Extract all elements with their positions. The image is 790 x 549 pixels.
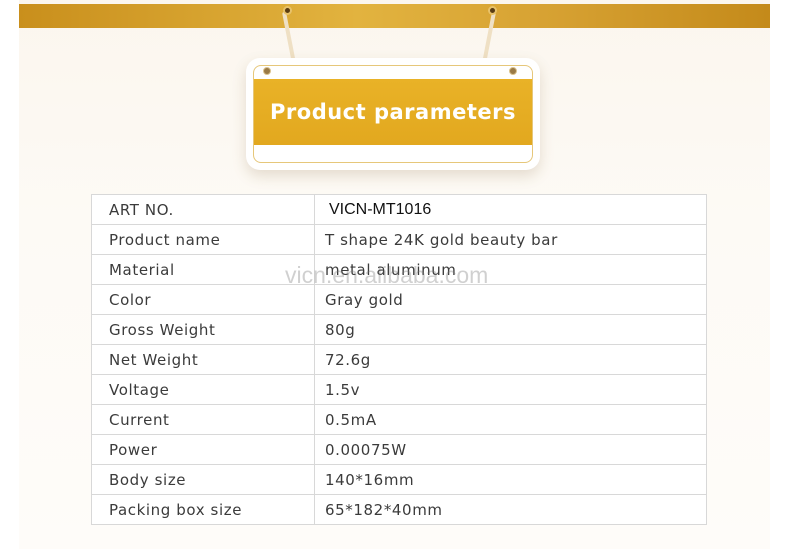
- parameter-value: 0.5mA: [314, 404, 707, 435]
- right-nail-icon: [488, 6, 497, 15]
- parameter-value: 65*182*40mm: [314, 494, 707, 525]
- table-row: Net Weight 72.6g: [91, 344, 707, 375]
- parameter-label: Voltage: [91, 374, 315, 405]
- page-title: Product parameters: [270, 100, 516, 124]
- parameters-table: ART NO. VICN-MT1016 Product name T shape 24…: [91, 194, 707, 525]
- parameter-label: Material: [91, 254, 315, 285]
- gold-header-bar: [19, 4, 770, 28]
- parameter-label: Product name: [91, 224, 315, 255]
- parameter-label: Power: [91, 434, 315, 465]
- sign-title-band: Product parameters: [254, 79, 532, 145]
- table-row: Body size 140*16mm: [91, 464, 707, 495]
- table-row: Power 0.00075W: [91, 434, 707, 465]
- parameter-label: Gross Weight: [91, 314, 315, 345]
- table-row: Packing box size 65*182*40mm: [91, 494, 707, 525]
- parameter-value: VICN-MT1016: [314, 194, 707, 225]
- parameter-label: Packing box size: [91, 494, 315, 525]
- parameter-label: Color: [91, 284, 315, 315]
- table-row: Current 0.5mA: [91, 404, 707, 435]
- parameter-value: 72.6g: [314, 344, 707, 375]
- parameter-value: 0.00075W: [314, 434, 707, 465]
- parameter-value: metal aluminum: [314, 254, 707, 285]
- parameter-value: 140*16mm: [314, 464, 707, 495]
- parameter-value: 1.5v: [314, 374, 707, 405]
- left-sign-hole-icon: [263, 67, 271, 75]
- parameter-label: Body size: [91, 464, 315, 495]
- parameter-label: Current: [91, 404, 315, 435]
- parameter-value: T shape 24K gold beauty bar: [314, 224, 707, 255]
- table-row: Voltage 1.5v: [91, 374, 707, 405]
- product-parameters-page: Product parameters ART NO. VICN-MT1016 Pro…: [0, 0, 790, 549]
- table-row: ART NO. VICN-MT1016: [91, 194, 707, 225]
- parameters-table-body: ART NO. VICN-MT1016 Product name T shape 24…: [91, 194, 707, 525]
- parameter-value: 80g: [314, 314, 707, 345]
- table-row: Product name T shape 24K gold beauty bar: [91, 224, 707, 255]
- table-row: Gross Weight 80g: [91, 314, 707, 345]
- table-row: Color Gray gold: [91, 284, 707, 315]
- parameter-value: Gray gold: [314, 284, 707, 315]
- table-row: Material metal aluminum: [91, 254, 707, 285]
- parameter-label: Net Weight: [91, 344, 315, 375]
- right-sign-hole-icon: [509, 67, 517, 75]
- left-nail-icon: [283, 6, 292, 15]
- parameter-label: ART NO.: [91, 194, 315, 225]
